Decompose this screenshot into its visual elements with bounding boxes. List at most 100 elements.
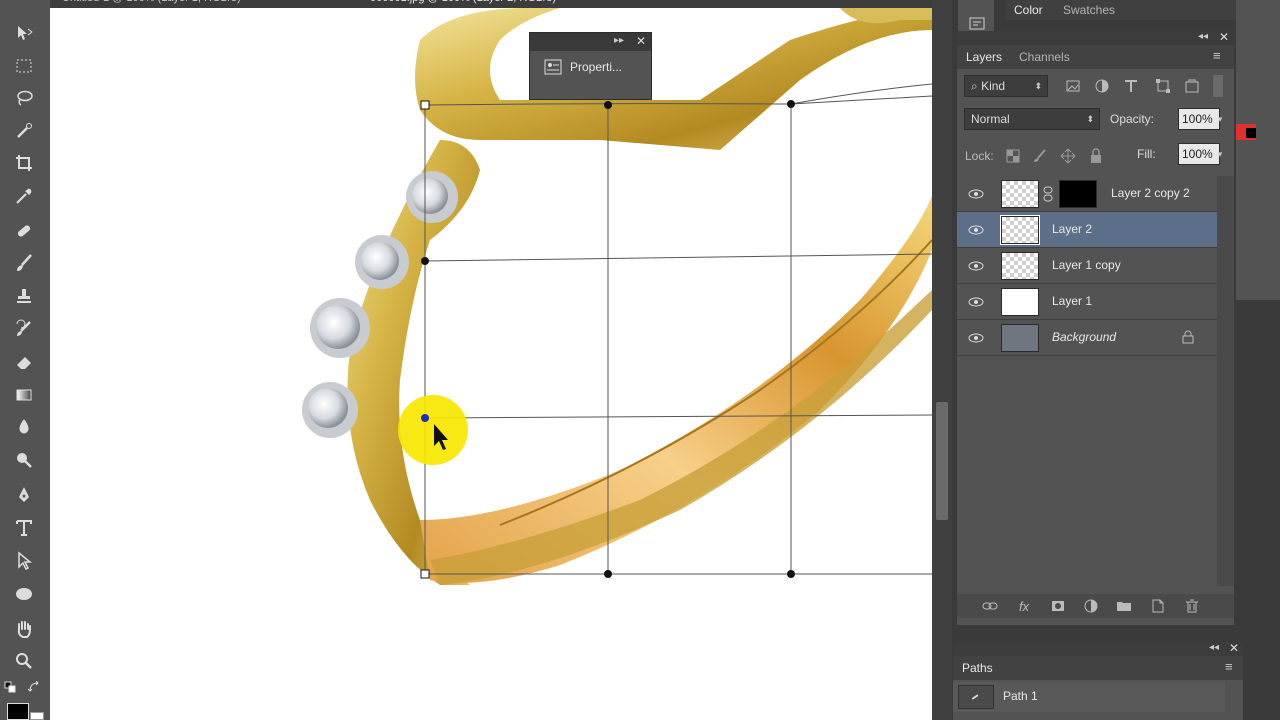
marquee-tool-icon[interactable] <box>11 53 37 79</box>
ellipse-tool-icon[interactable] <box>11 581 37 607</box>
gradient-tool-icon[interactable] <box>11 382 37 408</box>
close-icon[interactable]: ✕ <box>636 34 646 48</box>
layer-row-layer-1[interactable]: Layer 1 <box>957 284 1217 320</box>
filter-adjustment-layers-icon[interactable] <box>1093 77 1111 95</box>
layer-row-layer-2[interactable]: Layer 2 <box>957 212 1217 248</box>
brush-tool-icon[interactable] <box>11 250 37 276</box>
tab-layers[interactable]: Layers <box>966 45 1002 69</box>
blur-tool-icon[interactable] <box>11 414 37 440</box>
lasso-tool-icon[interactable] <box>11 85 37 111</box>
clone-stamp-tool-icon[interactable] <box>11 283 37 309</box>
path-row[interactable]: Path 1 <box>953 682 1225 712</box>
collapse-panel-icon[interactable]: ◂◂ <box>1209 642 1219 653</box>
pen-tool-icon[interactable] <box>11 482 37 508</box>
canvas-vertical-scrollbar[interactable] <box>932 0 952 720</box>
quick-selection-tool-icon[interactable] <box>11 118 37 144</box>
eyedropper-tool-icon[interactable] <box>11 183 37 209</box>
layer-mask-thumbnail[interactable] <box>1059 180 1097 208</box>
path-thumbnail <box>958 685 994 709</box>
layer-style-fx-icon[interactable]: fx <box>1015 597 1033 615</box>
properties-icon <box>544 59 562 75</box>
move-tool-icon[interactable] <box>11 20 37 46</box>
scrollbar-thumb[interactable] <box>936 402 948 520</box>
dodge-tool-icon[interactable] <box>11 447 37 473</box>
hand-tool-icon[interactable] <box>11 616 37 642</box>
layer-row-layer-1-copy[interactable]: Layer 1 copy <box>957 248 1217 284</box>
document-tab-active[interactable]: 000001.jpg @ 100% (Layer 2, RGB/8) <box>370 0 556 8</box>
opacity-label: Opacity: <box>1110 112 1155 126</box>
collapse-icon[interactable]: ▸▸ <box>614 35 624 46</box>
tab-color[interactable]: Color <box>1014 0 1043 20</box>
ring-image <box>302 8 932 585</box>
layer-row-layer-2-copy-2[interactable]: Layer 2 copy 2 <box>957 176 1217 212</box>
new-layer-icon[interactable] <box>1149 597 1167 615</box>
layer-filter-kind-select[interactable]: ⌕ Kind ⬍ <box>964 75 1048 97</box>
crop-tool-icon[interactable] <box>11 150 37 176</box>
add-mask-icon[interactable] <box>1049 597 1067 615</box>
layer-thumbnail <box>1000 215 1040 245</box>
close-panel-icon[interactable]: ✕ <box>1229 641 1239 655</box>
document-canvas[interactable]: ▸▸ ✕ Properti... <box>50 8 932 720</box>
link-layers-icon[interactable] <box>981 597 999 615</box>
visibility-eye-icon[interactable] <box>968 295 984 309</box>
delete-layer-trash-icon[interactable] <box>1183 597 1201 615</box>
foreground-color-swatch[interactable] <box>7 703 29 720</box>
tab-channels[interactable]: Channels <box>1019 45 1070 69</box>
photoshop-window: { "app": "Photoshop", "document_tabs": [… <box>0 0 1280 720</box>
paths-panel-menu-icon[interactable]: ≡ <box>1225 659 1233 674</box>
layers-panel-tabs: Layers Channels ≡ <box>957 45 1234 69</box>
close-panel-icon[interactable]: ✕ <box>1219 30 1229 44</box>
document-tab[interactable]: Untitled-1 @ 100% (Layer 1, RGB/8) <box>62 0 241 8</box>
color-ramp-swatch-black <box>1246 128 1256 138</box>
layers-panel-menu-icon[interactable]: ≡ <box>1213 48 1221 63</box>
filter-toggle-icon[interactable] <box>1213 75 1223 97</box>
background-color-swatch[interactable] <box>30 712 44 720</box>
lock-image-pixels-icon[interactable] <box>1031 147 1049 165</box>
path-selection-tool-icon[interactable] <box>11 548 37 574</box>
eraser-tool-icon[interactable] <box>11 349 37 375</box>
layers-panel-titlebar: ◂◂ ✕ <box>957 30 1234 45</box>
collapse-panel-icon[interactable]: ◂◂ <box>1198 31 1208 42</box>
layers-panel: ◂◂ ✕ Layers Channels ≡ ⌕ Kind ⬍ Normal ⬍… <box>957 30 1234 625</box>
layer-thumbnail <box>1001 324 1039 352</box>
blend-mode-select[interactable]: Normal ⬍ <box>964 108 1100 130</box>
lock-position-icon[interactable] <box>1059 147 1077 165</box>
filter-shape-layers-icon[interactable] <box>1154 77 1172 95</box>
layer-name: Layer 1 <box>1052 294 1093 308</box>
lock-icon <box>1182 330 1194 344</box>
history-panel-icon[interactable] <box>968 14 986 32</box>
visibility-eye-icon[interactable] <box>968 259 984 273</box>
tab-swatches[interactable]: Swatches <box>1063 0 1115 20</box>
mask-link-icon[interactable] <box>1042 186 1054 202</box>
layers-list-scrollbar[interactable] <box>1217 176 1234 586</box>
tab-paths[interactable]: Paths <box>962 656 993 680</box>
properties-button[interactable]: Properti... <box>530 51 651 75</box>
layer-thumbnail <box>1001 180 1039 208</box>
filter-pixel-layers-icon[interactable] <box>1064 77 1082 95</box>
filter-smart-objects-icon[interactable] <box>1183 77 1201 95</box>
paths-panel: ◂◂ ✕ Paths ≡ Path 1 <box>953 641 1243 720</box>
layers-list: Layer 2 copy 2 Layer 2 Layer 1 copy Laye… <box>957 176 1217 386</box>
zoom-tool-icon[interactable] <box>11 648 37 674</box>
new-group-folder-icon[interactable] <box>1115 597 1133 615</box>
swap-colors-icon[interactable] <box>27 680 40 692</box>
layers-panel-footer: fx <box>957 594 1234 618</box>
color-panel-edge <box>1236 0 1280 300</box>
updown-arrow-icon: ⬍ <box>1086 114 1094 124</box>
healing-brush-tool-icon[interactable] <box>11 218 37 244</box>
visibility-eye-icon[interactable] <box>968 331 984 345</box>
new-adjustment-layer-icon[interactable] <box>1082 597 1100 615</box>
cursor-highlight <box>398 395 468 465</box>
visibility-eye-icon[interactable] <box>968 187 984 201</box>
fill-dropdown-icon[interactable]: ▾ <box>1211 145 1229 163</box>
default-colors-icon[interactable] <box>4 680 16 693</box>
visibility-eye-icon[interactable] <box>968 223 984 237</box>
history-brush-tool-icon[interactable] <box>11 316 37 342</box>
opacity-dropdown-icon[interactable]: ▾ <box>1211 110 1229 128</box>
path-name: Path 1 <box>1003 689 1038 703</box>
type-tool-icon[interactable] <box>11 515 37 541</box>
filter-type-layers-icon[interactable] <box>1122 77 1140 95</box>
lock-transparent-pixels-icon[interactable] <box>1004 147 1022 165</box>
layer-row-background[interactable]: Background <box>957 320 1217 356</box>
lock-all-icon[interactable] <box>1087 147 1105 165</box>
